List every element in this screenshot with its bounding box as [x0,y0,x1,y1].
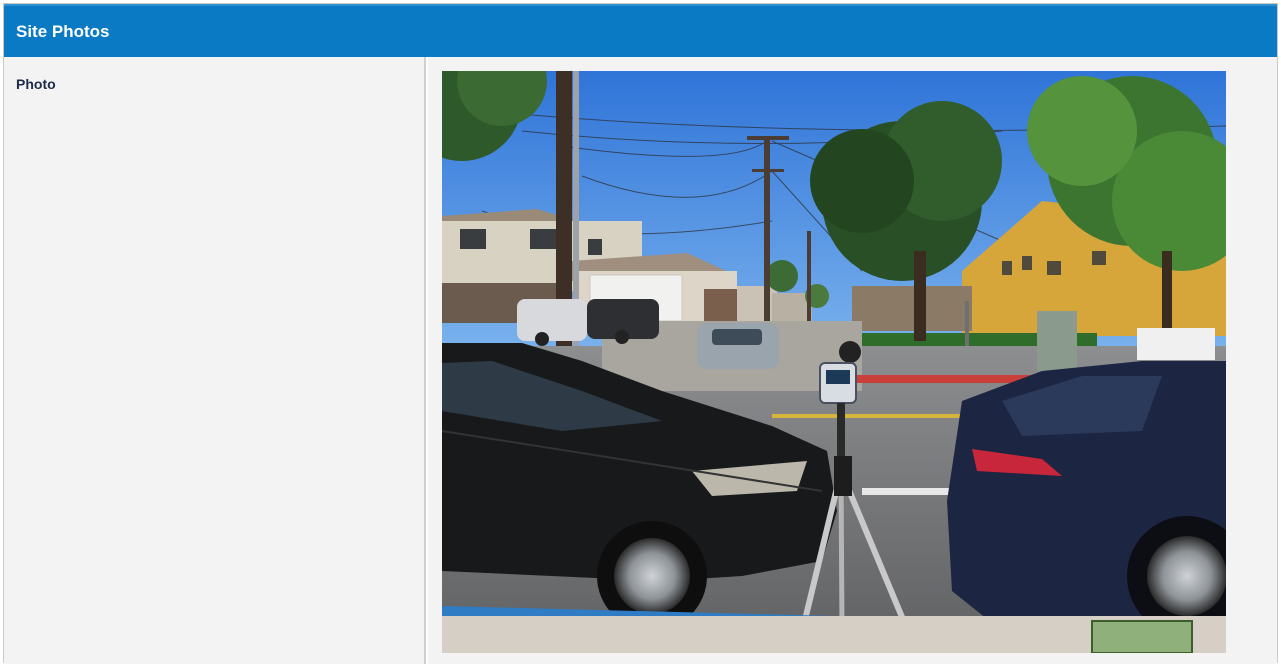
section-title: Site Photos [16,22,110,41]
section-header: Site Photos [4,4,1277,57]
site-photos-panel: Site Photos Photo [3,3,1278,664]
blue-car [947,361,1226,636]
site-photo[interactable] [442,71,1226,653]
value-cell [428,57,1277,664]
photo-label: Photo [16,76,56,92]
label-cell: Photo [4,57,426,664]
